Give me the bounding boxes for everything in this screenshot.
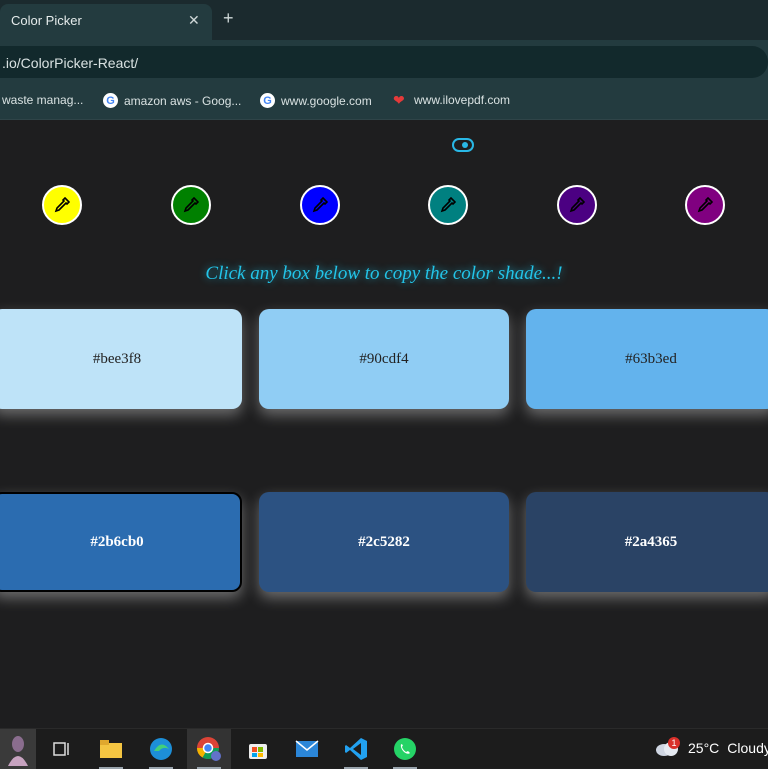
eyedropper-icon [183, 197, 199, 213]
bookmark-label: www.ilovepdf.com [414, 93, 511, 107]
browser-tab[interactable]: Color Picker ✕ [0, 4, 212, 40]
bookmark-waste[interactable]: waste manag... [2, 93, 83, 107]
shade-box-4[interactable]: #2b6cb0 [0, 492, 242, 592]
task-view-icon[interactable] [40, 729, 84, 769]
tab-strip: Color Picker ✕ + [0, 0, 768, 40]
shade-hex-label: #bee3f8 [92, 350, 142, 367]
file-explorer-icon[interactable] [89, 729, 133, 769]
edge-icon[interactable] [139, 729, 183, 769]
google-icon: G [103, 93, 118, 108]
bookmark-amazon-aws[interactable]: G amazon aws - Goog... [103, 93, 241, 108]
color-swatch-4[interactable] [428, 185, 468, 225]
eyedropper-icon [312, 197, 328, 213]
tab-title: Color Picker [11, 13, 82, 28]
shade-hex-label: #2a4365 [624, 533, 678, 550]
microsoft-store-icon[interactable] [236, 729, 280, 769]
color-swatch-5[interactable] [557, 185, 597, 225]
color-swatch-3[interactable] [300, 185, 340, 225]
color-picker-app: Click any box below to copy the color sh… [0, 121, 768, 728]
theme-toggle[interactable] [452, 138, 474, 152]
shade-box-5[interactable]: #2c5282 [259, 492, 509, 592]
shade-hex-label: #90cdf4 [359, 350, 409, 367]
bookmark-label: www.google.com [281, 93, 372, 108]
temperature: 25°C [688, 740, 720, 756]
weather-condition: Cloudy [727, 740, 768, 756]
copy-instruction-heading: Click any box below to copy the color sh… [205, 263, 563, 284]
eyedropper-icon [697, 197, 713, 213]
color-swatch-2[interactable] [171, 185, 211, 225]
eyedropper-icon [569, 197, 585, 213]
shade-box-1[interactable]: #bee3f8 [0, 309, 242, 409]
shade-box-3[interactable]: #63b3ed [526, 309, 768, 409]
url-text: .io/ColorPicker-React/ [2, 55, 139, 71]
whatsapp-icon[interactable] [383, 729, 427, 769]
shade-box-2[interactable]: #90cdf4 [259, 309, 509, 409]
shade-hex-label: #63b3ed [625, 350, 677, 367]
bookmark-ilovepdf[interactable]: ❤ www.ilovepdf.com [393, 93, 510, 107]
new-tab-icon[interactable]: + [223, 9, 234, 27]
bookmark-label: amazon aws - Goog... [124, 93, 242, 108]
shade-hex-label: #2c5282 [358, 533, 410, 550]
color-swatch-6[interactable] [685, 185, 725, 225]
start-avatar-icon[interactable] [0, 729, 36, 769]
color-swatch-1[interactable] [42, 185, 82, 225]
url-field[interactable]: .io/ColorPicker-React/ [0, 46, 768, 78]
bookmarks-bar: waste manag... G amazon aws - Goog... G … [0, 84, 768, 120]
toggle-knob [462, 142, 468, 148]
address-bar: .io/ColorPicker-React/ [0, 40, 768, 84]
eyedropper-icon [440, 197, 456, 213]
close-tab-icon[interactable]: ✕ [188, 12, 200, 29]
bookmark-label: waste manag... [2, 93, 84, 107]
mail-icon[interactable] [285, 729, 329, 769]
shade-box-6[interactable]: #2a4365 [526, 492, 768, 592]
heart-icon: ❤ [393, 92, 405, 108]
chrome-icon[interactable] [187, 729, 231, 769]
google-icon: G [260, 93, 275, 108]
bookmark-google[interactable]: G www.google.com [260, 93, 372, 108]
shade-hex-label: #2b6cb0 [90, 533, 144, 550]
weather-badge: 1 [668, 737, 680, 749]
taskbar: 25°C Cloudy 1 [0, 728, 768, 769]
vscode-icon[interactable] [334, 729, 378, 769]
eyedropper-icon [54, 197, 70, 213]
